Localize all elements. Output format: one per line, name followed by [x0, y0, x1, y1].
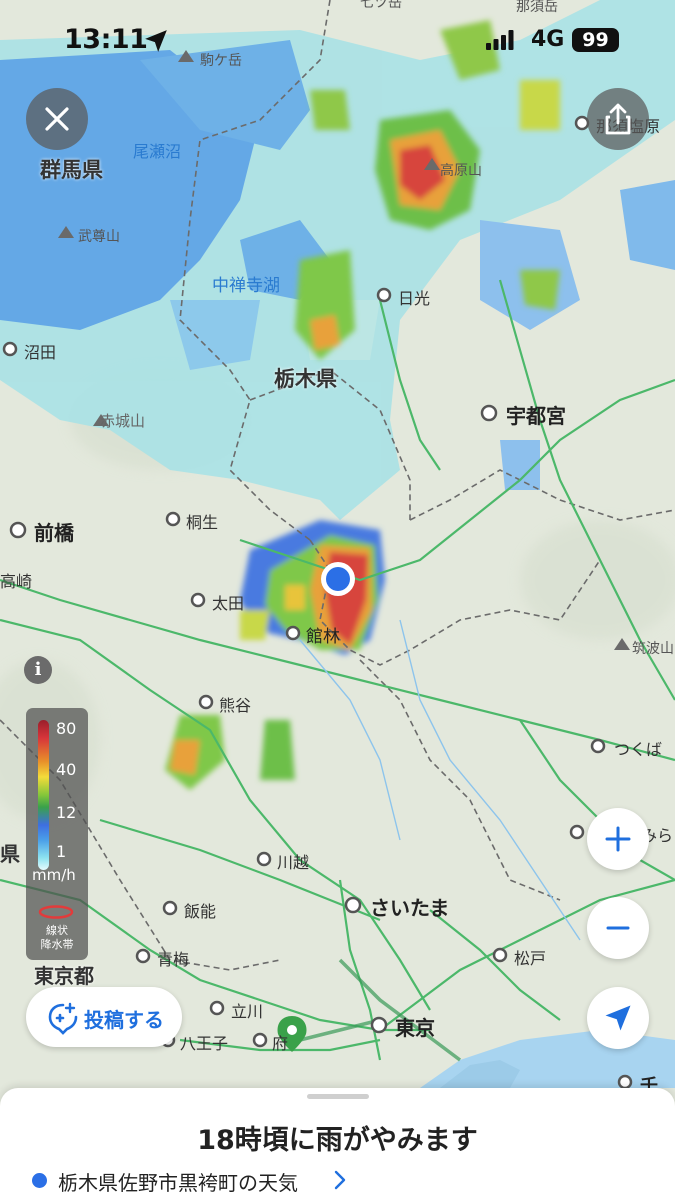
label-tachikawa: 立川: [231, 1002, 264, 1021]
city-dot-tachikawa: [209, 1000, 225, 1016]
network-type: 4G: [531, 27, 565, 52]
plus-icon: [605, 826, 631, 852]
label-tokyo: 東京: [395, 1016, 435, 1040]
label-matsudo: 松戸: [514, 949, 547, 968]
zoom-in-button[interactable]: [587, 808, 649, 870]
label-fuchu-partial: 府: [272, 1034, 289, 1053]
label-ken-partial: 県: [0, 842, 20, 866]
label-buson: 武尊山: [78, 229, 120, 245]
label-kiryu: 桐生: [186, 513, 219, 532]
zoom-out-button[interactable]: [587, 897, 649, 959]
legend-band-label: 線状 降水帯: [34, 924, 80, 952]
label-kumagaya: 熊谷: [219, 696, 252, 715]
label-tsukuba-san: 筑波山: [632, 641, 674, 657]
share-icon: [605, 103, 631, 135]
info-button[interactable]: i: [24, 656, 52, 684]
legend-band-label-1: 線状: [46, 924, 68, 937]
legend-tick-12: 12: [56, 803, 77, 822]
legend-tick-80: 80: [56, 719, 77, 738]
post-button[interactable]: 投稿する: [26, 987, 182, 1047]
close-button[interactable]: [26, 88, 88, 150]
location-dot-icon: [32, 1173, 47, 1188]
city-dot-fuchu: [252, 1032, 268, 1048]
city-dot-saitama: [344, 896, 362, 914]
legend-tick-1: 1: [56, 842, 67, 861]
label-gunma: 群馬県: [40, 158, 103, 182]
signal-bars-icon: [486, 30, 514, 50]
battery-icon: 99: [572, 28, 619, 52]
post-report-icon: [48, 1002, 78, 1035]
precipitation-legend: 80 40 12 1 mm/h 線状 降水帯: [26, 708, 88, 960]
label-takasaki: 高崎: [0, 572, 33, 591]
city-dot-ota: [190, 592, 206, 608]
minus-icon: [606, 926, 630, 930]
city-dot-kiryu: [165, 511, 181, 527]
city-dot-maebashi: [9, 521, 27, 539]
city-dot-chiba: [617, 1074, 633, 1090]
legend-tick-40: 40: [56, 760, 77, 779]
label-maebashi: 前橋: [34, 521, 74, 545]
close-icon: [45, 107, 69, 131]
share-button[interactable]: [587, 88, 649, 150]
label-utsunomiya: 宇都宮: [506, 404, 566, 428]
label-kawagoe: 川越: [277, 853, 310, 872]
chevron-right-icon[interactable]: [332, 1168, 348, 1192]
label-ome: 青梅: [157, 950, 190, 969]
label-tokyo-to: 東京都: [34, 964, 94, 988]
city-dot-matsudo: [492, 947, 508, 963]
city-dot-kawagoe: [256, 851, 272, 867]
label-tsukuba: つくば: [614, 740, 663, 759]
city-dot-kumagaya: [198, 694, 214, 710]
weather-location-link[interactable]: 栃木県佐野市黒袴町の天気: [58, 1167, 298, 1196]
navigation-arrow-icon: [605, 1005, 631, 1031]
city-dot-numata: [2, 341, 18, 357]
sheet-drag-handle[interactable]: [307, 1094, 369, 1099]
location-arrow-icon: [145, 30, 167, 52]
rain-stop-headline: 18時頃に雨がやみます: [197, 1125, 478, 1156]
label-numata: 沼田: [24, 343, 57, 362]
forecast-bottom-sheet[interactable]: 18時頃に雨がやみます 栃木県佐野市黒袴町の天気: [0, 1088, 675, 1200]
locate-me-button[interactable]: [587, 987, 649, 1049]
city-dot-hanno: [162, 900, 178, 916]
legend-band-label-2: 降水帯: [40, 938, 74, 951]
label-oze: 尾瀬沼: [133, 142, 182, 161]
city-dot-tokyo: [370, 1016, 388, 1034]
status-bar: 13:11 4G 99: [0, 0, 675, 80]
city-dot-moriya: [569, 824, 585, 840]
label-akagi: 赤城山: [100, 412, 146, 430]
city-dot-utsunomiya: [480, 404, 498, 422]
city-dot-tsukuba: [590, 738, 606, 754]
city-dot-nikko: [376, 287, 392, 303]
legend-unit: mm/h: [32, 866, 76, 884]
legend-color-scale: [38, 720, 49, 870]
linear-rainband-icon: [38, 905, 74, 919]
label-tochigi: 栃木県: [274, 367, 337, 391]
label-ota: 太田: [212, 594, 245, 613]
label-saitama: さいたま: [370, 896, 450, 920]
post-button-label: 投稿する: [84, 1008, 164, 1032]
label-nikko: 日光: [398, 289, 431, 308]
label-chuzenji: 中禅寺湖: [212, 276, 280, 296]
city-dot-tatebayashi: [285, 625, 301, 641]
label-hachioji: 八王子: [180, 1034, 229, 1053]
label-hanno: 飯能: [184, 902, 217, 921]
status-time: 13:11: [64, 24, 148, 55]
city-dot-ome: [135, 948, 151, 964]
label-tatebayashi: 館林: [306, 627, 340, 647]
label-takahara: 高原山: [440, 163, 482, 179]
